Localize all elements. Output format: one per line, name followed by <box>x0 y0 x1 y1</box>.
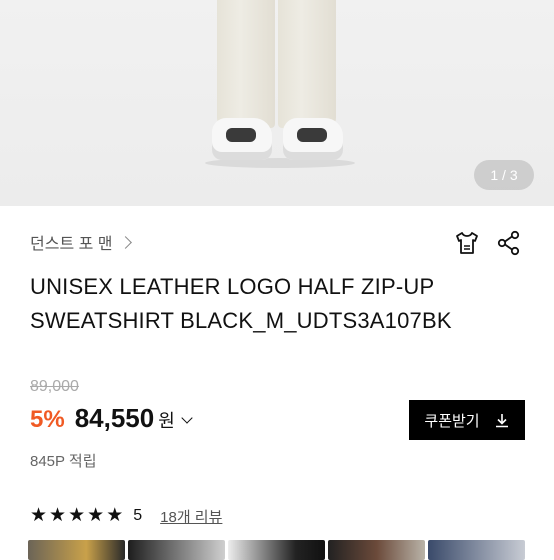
model-left-shoe <box>212 118 272 160</box>
coupon-button-label: 쿠폰받기 <box>424 412 480 430</box>
model-left-leg <box>217 0 275 128</box>
review-photo-strip[interactable] <box>28 540 525 560</box>
product-title-line-1: UNISEX LEATHER LOGO HALF ZIP-UP <box>30 274 435 299</box>
discount-rate: 5% <box>30 406 65 433</box>
share-button[interactable] <box>494 228 524 258</box>
product-image[interactable]: 1 / 3 <box>0 0 554 206</box>
review-photo[interactable] <box>328 540 425 560</box>
star-icon: ★ <box>49 505 67 526</box>
chevron-right-icon <box>118 235 132 249</box>
brand-name: 던스트 포 맨 <box>30 236 113 253</box>
reward-points: 845P 적립 <box>30 453 97 470</box>
brand-link[interactable]: 던스트 포 맨 <box>30 230 132 254</box>
star-icon: ★ <box>68 505 86 526</box>
star-icon: ★ <box>30 505 48 526</box>
review-photo[interactable] <box>28 540 125 560</box>
price-row[interactable]: 5% 84,550 원 <box>30 403 193 437</box>
size-info-button[interactable] <box>452 228 482 258</box>
model-right-shoe <box>283 118 343 160</box>
original-price: 89,000 <box>30 378 79 395</box>
review-photo[interactable] <box>128 540 225 560</box>
star-icon: ★ <box>87 505 105 526</box>
share-icon <box>497 230 520 256</box>
product-title-line-2: SWEATSHIRT BLACK_M_UDTS3A107BK <box>30 308 452 333</box>
download-icon <box>495 414 508 428</box>
review-photo[interactable] <box>228 540 325 560</box>
product-title: UNISEX LEATHER LOGO HALF ZIP-UP SWEATSHI… <box>30 270 530 338</box>
star-icon: ★ <box>106 505 124 526</box>
rating-row: ★ ★ ★ ★ ★ 5 18개 리뷰 <box>30 505 222 527</box>
review-photo[interactable] <box>428 540 525 560</box>
coupon-button[interactable]: 쿠폰받기 <box>409 400 525 440</box>
rating-value: 5 <box>133 507 143 524</box>
currency-label: 원 <box>158 411 175 431</box>
chevron-down-icon[interactable] <box>181 412 193 424</box>
review-count-link[interactable]: 18개 리뷰 <box>160 506 222 527</box>
tshirt-size-icon <box>456 232 478 254</box>
sale-price: 84,550 <box>74 403 155 433</box>
model-right-leg <box>278 0 336 128</box>
image-counter: 1 / 3 <box>474 160 534 190</box>
